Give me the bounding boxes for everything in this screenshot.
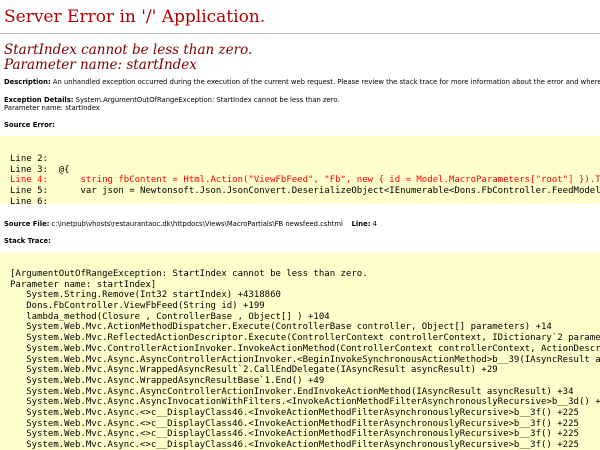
source-error-line: Line 3: @{ [10,164,70,175]
stack-trace-line: System.Web.Mvc.Async.AsyncControllerActi… [10,354,600,365]
exception-details-param: Parameter name: startIndex [4,104,100,112]
stack-trace-line: System.Web.Mvc.ReflectedActionDescriptor… [10,333,600,344]
stack-trace-line: Dons.FbController.ViewFbFeed(String id) … [10,301,265,312]
source-file-label: Source File: [4,220,50,228]
description-label: Description: [4,78,51,86]
stack-trace-line: System.Web.Mvc.Async.WrappedAsyncResult`… [10,365,498,376]
stack-trace-code: [ArgumentOutOfRangeException: StartIndex… [0,253,600,450]
source-error-code: Line 2: Line 3: @{Line 4: string fbConten… [0,136,600,204]
stack-trace-line: lambda_method(Closure , ControllerBase ,… [10,311,330,322]
source-error-box: Line 2: Line 3: @{Line 4: string fbConten… [0,136,600,204]
exception-details-label: Exception Details: [4,96,74,104]
source-file-path: c:\inetpub\vhosts\restaurantaoc.dk\httpd… [51,220,343,228]
source-error-line: Line 5: var json = Newtonsoft.Json.JsonC… [10,186,600,197]
stack-trace-line: System.String.Remove(Int32 startIndex) +… [10,290,281,301]
source-line-label: Line: [351,220,371,228]
stack-trace-line: [ArgumentOutOfRangeException: StartIndex… [10,269,368,279]
stack-trace-line: System.Web.Mvc.Async.<>c__DisplayClass46… [10,418,579,429]
error-page: Server Error in '/' Application. StartIn… [0,0,600,450]
description-text: An unhandled exception occurred during t… [52,78,600,86]
source-error-label: Source Error: [4,121,55,129]
stack-trace-line: System.Web.Mvc.Async.<>c__DisplayClass46… [10,429,579,440]
description-block: Description: An unhandled exception occu… [4,78,600,87]
stack-trace-line: System.Web.Mvc.Async.AsyncControllerActi… [10,386,574,397]
source-file-block: Source File: c:\inetpub\vhosts\restauran… [4,220,377,229]
stack-trace-line: System.Web.Mvc.Async.WrappedAsyncResultB… [10,375,325,386]
stack-trace-line: System.Web.Mvc.Async.<>c__DisplayClass46… [10,440,579,450]
error-title: Server Error in '/' Application. [4,7,266,27]
stack-trace-line: System.Web.Mvc.Async.<>c__DisplayClass46… [10,407,579,418]
title-divider [0,33,600,34]
source-line-number: 4 [372,220,377,228]
exception-details-text: System.ArgumentOutOfRangeException: Star… [75,96,340,104]
error-message-line1: StartIndex cannot be less than zero. [4,42,253,58]
source-error-heading: Source Error: [4,121,55,130]
stack-trace-box[interactable]: [ArgumentOutOfRangeException: StartIndex… [0,253,600,450]
stack-trace-line: System.Web.Mvc.Async.AsyncInvocationWith… [10,397,600,408]
stack-trace-line: System.Web.Mvc.ControllerActionInvoker.I… [10,343,600,354]
error-message-line2: Parameter name: startIndex [4,57,197,73]
stack-trace-line: Parameter name: startIndex] [10,279,157,290]
source-error-line: Line 4: string fbContent = Html.Action("… [10,175,600,186]
stack-trace-line: System.Web.Mvc.ActionMethodDispatcher.Ex… [10,322,552,333]
stack-trace-heading: Stack Trace: [4,237,51,246]
source-error-line: Line 6: [10,196,48,204]
stack-trace-label: Stack Trace: [4,237,51,245]
source-error-line: Line 2: [10,154,48,164]
